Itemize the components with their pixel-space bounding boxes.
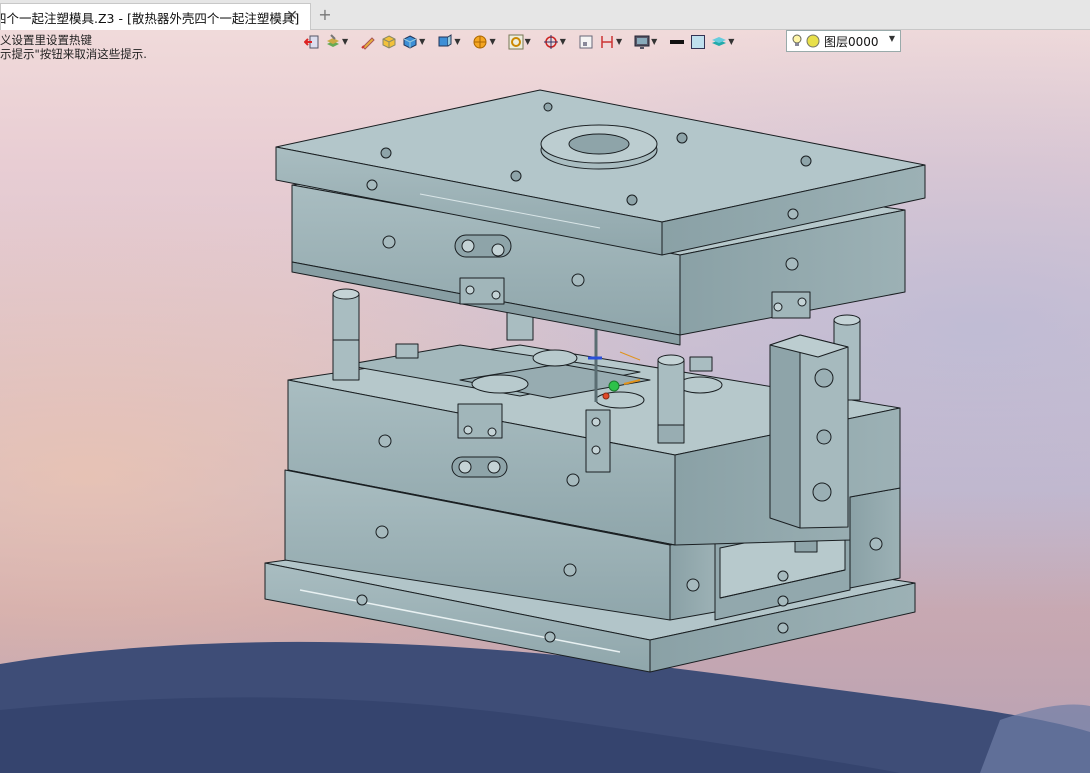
line-style-button[interactable]	[667, 31, 687, 53]
hint-line-2: 示提示"按钮来取消这些提示.	[0, 47, 147, 61]
sketch-button[interactable]	[358, 31, 378, 53]
command-hint: 义设置里设置热键 示提示"按钮来取消这些提示.	[0, 33, 147, 61]
side-lock-block	[769, 334, 849, 529]
solid-button[interactable]	[379, 31, 399, 53]
chevron-down-icon: ▼	[651, 37, 658, 46]
blue-cube-icon	[403, 35, 417, 49]
layer-active-icon	[806, 34, 820, 48]
layer-select[interactable]: 图层0000 ▼	[786, 30, 901, 52]
view-orientation-button[interactable]: ▼	[435, 31, 462, 53]
new-tab-button[interactable]: +	[315, 5, 335, 25]
zoom-fit-button[interactable]: ▼	[506, 31, 533, 53]
pick-point-button[interactable]: ▼	[541, 31, 568, 53]
color-swatch-icon	[691, 35, 706, 49]
chevron-down-icon[interactable]: ▼	[889, 34, 895, 43]
document-tab-title: 四个一起注塑模具.Z3 - [散热器外壳四个一起注塑模具]	[0, 10, 300, 26]
dimension-button[interactable]: ▼	[597, 31, 624, 53]
layers-button[interactable]: ▼	[709, 31, 736, 53]
color-button[interactable]	[688, 31, 708, 53]
chevron-down-icon: ▼	[342, 37, 349, 46]
exit-sketch-icon	[304, 35, 319, 49]
hint-line-1: 义设置里设置热键	[0, 33, 92, 47]
lightbulb-icon	[792, 34, 802, 46]
layer-name: 图层0000	[824, 34, 879, 49]
yellow-cube-icon	[382, 35, 396, 49]
view-cube-icon	[438, 34, 452, 47]
layer-stack-button[interactable]: ▼	[323, 31, 350, 53]
chevron-down-icon: ▼	[524, 37, 531, 46]
3d-viewport[interactable]: 义设置里设置热键 示提示"按钮来取消这些提示. ▼ ▼ ▼ ▼ ▼ ▼ ▼ ▼ …	[0, 30, 1090, 773]
layers-icon	[712, 37, 727, 46]
render-mode-icon	[473, 35, 487, 49]
monitor-icon	[634, 35, 650, 49]
display-button[interactable]: ▼	[632, 31, 659, 53]
layer-stack-icon	[327, 34, 339, 47]
close-icon[interactable]: ✕	[284, 8, 300, 24]
shape-button[interactable]: ▼	[400, 31, 427, 53]
chevron-down-icon: ▼	[728, 37, 735, 46]
target-icon	[543, 35, 558, 49]
box-select-icon	[579, 35, 593, 49]
line-style-icon	[670, 40, 685, 44]
pencil-icon	[361, 37, 375, 50]
chevron-down-icon: ▼	[419, 37, 426, 46]
document-tab[interactable]: 四个一起注塑模具.Z3 - [散热器外壳四个一起注塑模具] ✕	[0, 3, 311, 30]
chevron-down-icon: ▼	[489, 37, 496, 46]
exit-sketch-button[interactable]	[302, 31, 322, 53]
chevron-down-icon: ▼	[454, 37, 461, 46]
zoom-fit-icon	[508, 34, 524, 50]
box-select-button[interactable]	[576, 31, 596, 53]
tab-bar: 四个一起注塑模具.Z3 - [散热器外壳四个一起注塑模具] ✕ +	[0, 0, 1090, 30]
render-mode-button[interactable]: ▼	[470, 31, 497, 53]
view-toolbar: ▼ ▼ ▼ ▼ ▼ ▼ ▼ ▼ ▼	[302, 30, 736, 54]
mold-assembly-model[interactable]	[0, 30, 1090, 773]
chevron-down-icon: ▼	[615, 37, 623, 46]
chevron-down-icon: ▼	[559, 37, 566, 46]
dimension-icon	[601, 36, 613, 48]
